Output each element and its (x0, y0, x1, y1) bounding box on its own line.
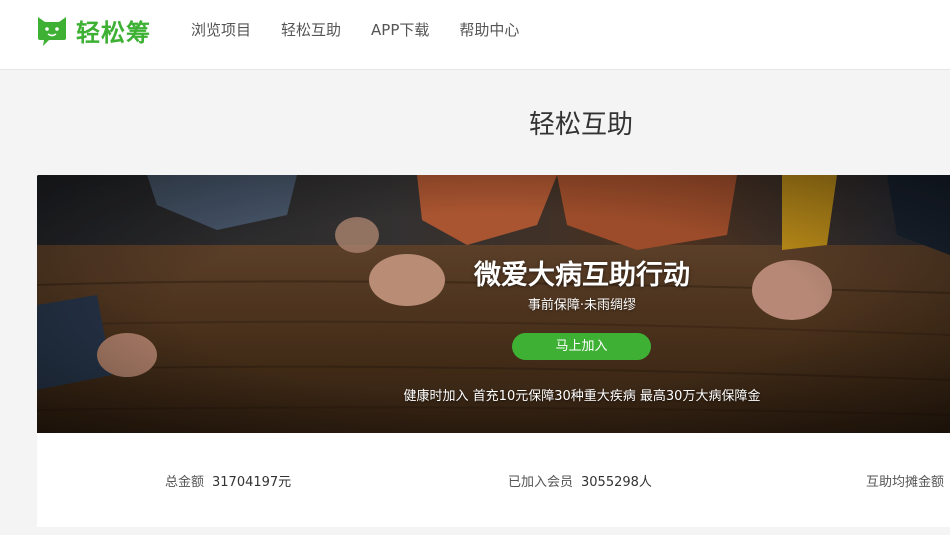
main-nav: 浏览项目 轻松互助 APP下载 帮助中心 (191, 19, 549, 41)
stat-total-amount: 总金额 31704197元 (165, 471, 291, 490)
cat-logo-icon (38, 17, 66, 46)
banner-description: 健康时加入 首充10元保障30种重大疾病 最高30万大病保障金 (403, 389, 761, 404)
banner-title: 微爱大病互助行动 (474, 260, 690, 291)
stats-bar: 总金额 31704197元 已加入会员 3055298人 互助均摊金额 (37, 433, 950, 527)
stat-total-label: 总金额 (165, 475, 205, 490)
hero-banner: 微爱大病互助行动 事前保障·未雨绸缪 马上加入 健康时加入 首充10元保障30种… (37, 175, 950, 433)
logo[interactable]: 轻松筹 (36, 12, 151, 48)
stat-members-label: 已加入会员 (508, 475, 574, 490)
stat-members: 已加入会员 3055298人 (508, 471, 652, 490)
stat-average-label: 互助均摊金额 (866, 475, 945, 490)
nav-help-center[interactable]: 帮助中心 (459, 19, 519, 41)
nav-mutual-aid[interactable]: 轻松互助 (281, 19, 341, 41)
page-title: 轻松互助 (528, 110, 633, 140)
stat-average-share: 互助均摊金额 (866, 471, 944, 490)
top-header: 轻松筹 浏览项目 轻松互助 APP下载 帮助中心 (0, 0, 950, 70)
stat-members-value: 3055298人 (581, 475, 652, 490)
banner-subtitle: 事前保障·未雨绸缪 (527, 298, 637, 313)
join-now-button[interactable]: 马上加入 (512, 333, 651, 360)
nav-app-download[interactable]: APP下载 (371, 19, 429, 41)
logo-text: 轻松筹 (76, 18, 151, 47)
nav-browse-projects[interactable]: 浏览项目 (191, 19, 251, 41)
stat-total-value: 31704197元 (212, 475, 292, 490)
